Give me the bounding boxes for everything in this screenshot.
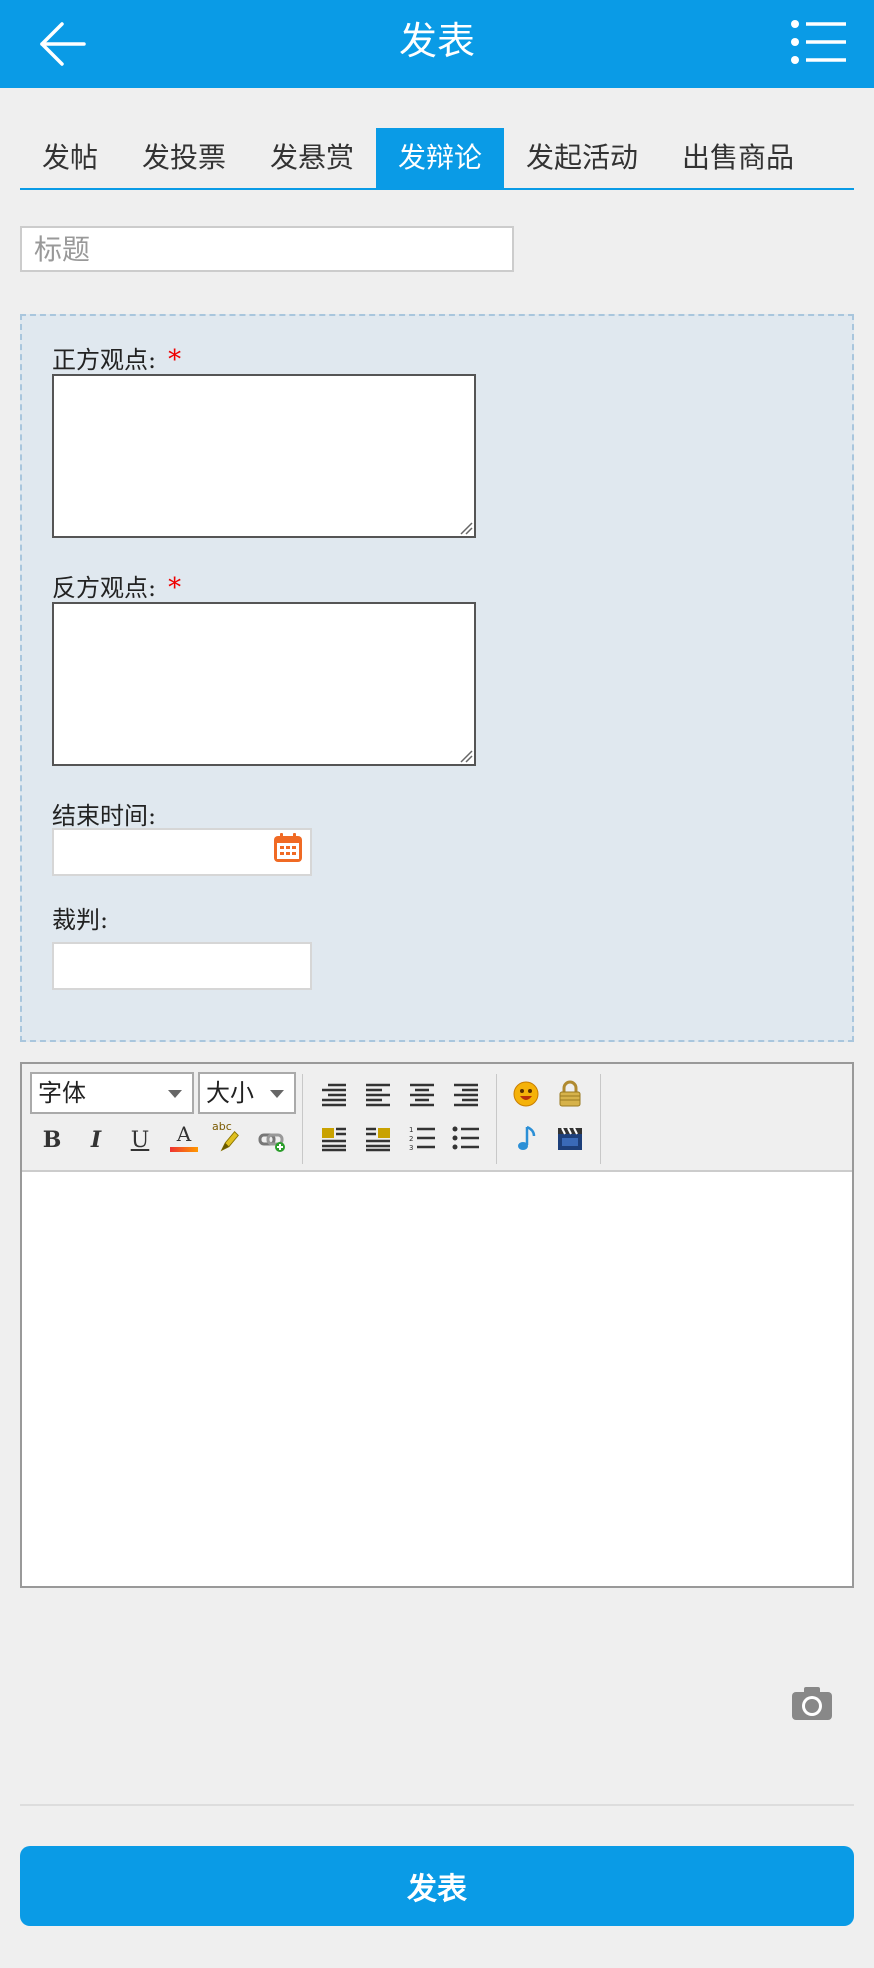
smiley-icon (513, 1081, 539, 1107)
svg-text:1: 1 (409, 1126, 413, 1134)
toolbar-separator (496, 1074, 497, 1164)
editor-toolbar: 字体 大小 B I U A abc 1 2 3 (22, 1064, 852, 1172)
text-color-button[interactable]: A (168, 1122, 200, 1154)
music-note-icon (518, 1125, 536, 1150)
rich-text-editor: 字体 大小 B I U A abc 1 2 3 (20, 1062, 854, 1588)
chevron-down-icon (168, 1090, 182, 1098)
italic-button[interactable]: I (80, 1124, 112, 1156)
float-right-icon (366, 1127, 390, 1152)
negative-textarea[interactable] (52, 602, 476, 766)
underline-button[interactable]: U (124, 1124, 156, 1156)
tab-vote[interactable]: 发投票 (120, 128, 248, 188)
tab-sell-goods[interactable]: 出售商品 (660, 128, 816, 188)
title-input[interactable] (20, 226, 514, 272)
toolbar-separator (600, 1074, 601, 1164)
link-icon (258, 1133, 285, 1152)
toolbar-separator (302, 1074, 303, 1164)
align-left-icon (366, 1083, 390, 1107)
font-family-select[interactable]: 字体 (30, 1072, 194, 1114)
font-family-select-label: 字体 (38, 1079, 86, 1107)
lock-icon (559, 1080, 581, 1107)
debate-options-panel: 正方观点: * 反方观点: * 结束时间: 裁判: (20, 314, 854, 1042)
required-mark: * (168, 345, 182, 375)
unordered-list-button[interactable] (450, 1122, 482, 1154)
post-type-tabs: 发帖 发投票 发悬赏 发辩论 发起活动 出售商品 (20, 128, 854, 190)
editor-content-area[interactable] (22, 1172, 852, 1586)
chevron-down-icon (270, 1090, 284, 1098)
negative-label-text: 反方观点: (52, 574, 157, 602)
negative-label: 反方观点: * (52, 568, 181, 603)
page-title: 发表 (398, 19, 475, 63)
affirmative-label: 正方观点: * (52, 340, 181, 375)
clapperboard-icon (558, 1127, 582, 1150)
font-size-select-label: 大小 (206, 1079, 254, 1107)
judge-label: 裁判: (52, 906, 109, 934)
align-right-button[interactable] (450, 1078, 482, 1110)
divider (20, 1804, 854, 1806)
tab-activity[interactable]: 发起活动 (504, 128, 660, 188)
submit-button[interactable]: 发表 (20, 1846, 854, 1926)
camera-icon[interactable] (790, 1684, 834, 1722)
menu-list-icon[interactable] (790, 18, 848, 66)
svg-text:2: 2 (409, 1135, 413, 1143)
align-justify-button[interactable] (318, 1078, 350, 1110)
align-center-icon (410, 1083, 434, 1107)
tab-reward[interactable]: 发悬赏 (248, 128, 376, 188)
link-button[interactable] (256, 1124, 288, 1156)
bullet-list-icon (452, 1126, 479, 1150)
emoji-button[interactable] (510, 1078, 542, 1110)
ordered-list-icon: 123 (409, 1126, 435, 1152)
resize-grip-icon[interactable] (459, 521, 473, 535)
judge-input[interactable] (52, 942, 312, 990)
align-right-icon (454, 1083, 478, 1107)
calendar-icon[interactable] (272, 832, 304, 864)
highlighter-icon (220, 1131, 239, 1152)
bold-button[interactable]: B (36, 1124, 68, 1156)
float-image-left-button[interactable] (318, 1122, 350, 1154)
ordered-list-button[interactable]: 123 (406, 1122, 438, 1154)
tab-debate[interactable]: 发辩论 (376, 128, 504, 188)
video-button[interactable] (554, 1122, 586, 1154)
float-image-right-button[interactable] (362, 1122, 394, 1154)
float-left-icon (322, 1127, 346, 1152)
font-size-select[interactable]: 大小 (198, 1072, 296, 1114)
align-left-button[interactable] (362, 1078, 394, 1110)
affirmative-textarea[interactable] (52, 374, 476, 538)
app-header: 发表 (0, 0, 874, 88)
align-justify-icon (322, 1083, 346, 1107)
required-mark: * (168, 573, 182, 603)
resize-grip-icon[interactable] (459, 749, 473, 763)
negative-textarea-wrap (52, 602, 476, 766)
text-color-icon: A (176, 1122, 192, 1146)
align-center-button[interactable] (406, 1078, 438, 1110)
color-bar (170, 1147, 198, 1152)
hide-content-button[interactable] (554, 1078, 586, 1110)
affirmative-textarea-wrap (52, 374, 476, 538)
audio-button[interactable] (510, 1122, 542, 1154)
end-time-label: 结束时间: (52, 802, 157, 830)
highlight-button[interactable]: abc (212, 1120, 244, 1154)
tab-post[interactable]: 发帖 (20, 128, 120, 188)
affirmative-label-text: 正方观点: (52, 346, 157, 374)
svg-text:3: 3 (409, 1144, 413, 1152)
